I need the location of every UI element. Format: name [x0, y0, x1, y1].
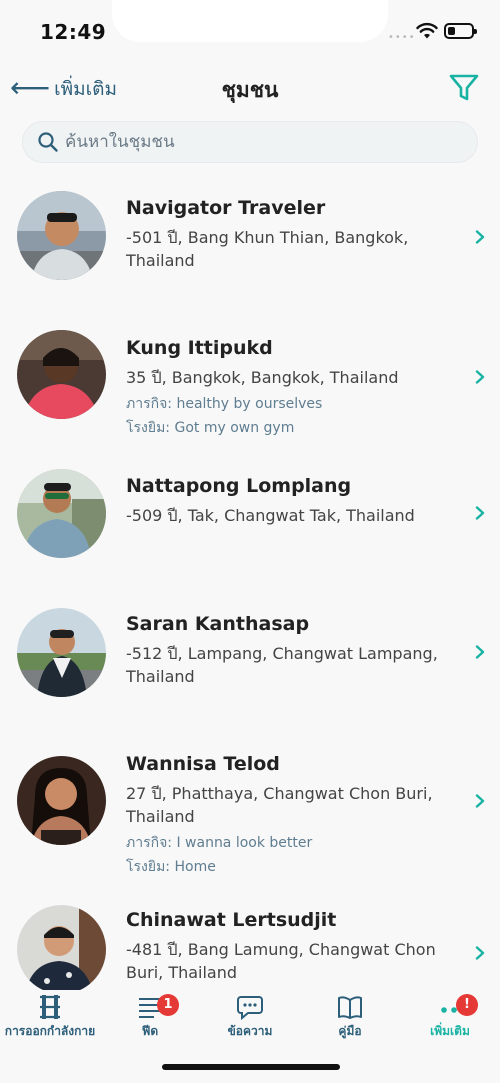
- member-info: Wannisa Telod 27 ปี, Phatthaya, Changwat…: [126, 751, 456, 877]
- member-location: -512 ปี, Lampang, Changwat Lampang, Thai…: [126, 644, 438, 686]
- device-notch: [112, 0, 388, 42]
- book-icon: [338, 996, 362, 1019]
- chat-icon: [237, 996, 263, 1020]
- tab-workout-label: การออกกำลังกาย: [4, 1024, 96, 1038]
- status-time: 12:49: [40, 20, 107, 44]
- member-location: -509 ปี, Tak, Changwat Tak, Thailand: [126, 506, 415, 525]
- member-row[interactable]: Saran Kanthasap -512 ปี, Lampang, Changw…: [0, 593, 500, 733]
- signal-dots: ••••: [388, 32, 416, 43]
- avatar: [17, 756, 106, 845]
- member-location: 27 ปี, Phatthaya, Changwat Chon Buri, Th…: [126, 784, 433, 826]
- member-row[interactable]: Chinawat Lertsudjit -481 ปี, Bang Lamung…: [0, 893, 500, 990]
- member-name: Navigator Traveler: [126, 197, 326, 219]
- member-list: Navigator Traveler -501 ปี, Bang Khun Th…: [0, 178, 500, 990]
- member-name: Saran Kanthasap: [126, 613, 310, 635]
- back-button[interactable]: ⟵ เพิ่มเติม: [10, 70, 118, 104]
- member-name: Nattapong Lomplang: [126, 475, 352, 497]
- tab-more-label: เพิ่มเติม: [430, 1024, 470, 1038]
- avatar: [17, 191, 106, 280]
- back-label: เพิ่มเติม: [54, 78, 118, 100]
- search-icon: [38, 132, 58, 152]
- battery-icon: [444, 23, 477, 39]
- avatar: [17, 608, 106, 697]
- wifi-icon: [416, 22, 438, 39]
- member-row[interactable]: Nattapong Lomplang -509 ปี, Tak, Changwa…: [0, 468, 500, 593]
- member-info: Kung Ittipukd 35 ปี, Bangkok, Bangkok, T…: [126, 335, 456, 438]
- chevron-right-icon: [475, 370, 485, 384]
- search-bar[interactable]: [22, 121, 478, 163]
- chevron-right-icon: [475, 230, 485, 244]
- avatar: [17, 330, 106, 419]
- member-row[interactable]: Wannisa Telod 27 ปี, Phatthaya, Changwat…: [0, 733, 500, 893]
- status-bar: 12:49 ••••: [0, 0, 500, 62]
- filter-icon[interactable]: [448, 72, 480, 104]
- member-name: Wannisa Telod: [126, 753, 280, 775]
- member-name: Kung Ittipukd: [126, 337, 273, 359]
- chevron-right-icon: [475, 946, 485, 960]
- dumbbell-icon: [40, 995, 60, 1019]
- member-gym: โรงยิม: Got my own gym: [126, 420, 295, 436]
- more-badge: !: [456, 994, 478, 1016]
- chevron-right-icon: [475, 645, 485, 659]
- member-mission: ภารกิจ: I wanna look better: [126, 835, 313, 851]
- member-row[interactable]: Navigator Traveler -501 ปี, Bang Khun Th…: [0, 178, 500, 318]
- avatar: [17, 905, 106, 990]
- member-location: -501 ปี, Bang Khun Thian, Bangkok, Thail…: [126, 228, 409, 270]
- member-info: Nattapong Lomplang -509 ปี, Tak, Changwa…: [126, 473, 456, 527]
- member-info: Chinawat Lertsudjit -481 ปี, Bang Lamung…: [126, 907, 456, 984]
- home-indicator: [162, 1064, 340, 1070]
- member-name: Chinawat Lertsudjit: [126, 909, 337, 931]
- tab-messages-label: ข้อความ: [227, 1024, 273, 1038]
- member-row[interactable]: Kung Ittipukd 35 ปี, Bangkok, Bangkok, T…: [0, 318, 500, 468]
- chevron-right-icon: [475, 794, 485, 808]
- feed-badge: 1: [157, 994, 179, 1016]
- search-input[interactable]: [65, 132, 445, 152]
- avatar: [17, 469, 106, 558]
- chevron-right-icon: [475, 506, 485, 520]
- member-info: Saran Kanthasap -512 ปี, Lampang, Changw…: [126, 611, 456, 688]
- tab-more[interactable]: เพิ่มเติม !: [400, 994, 500, 1044]
- tab-feed[interactable]: ฟีด 1: [100, 994, 200, 1044]
- member-info: Navigator Traveler -501 ปี, Bang Khun Th…: [126, 195, 456, 272]
- back-arrow-icon: ⟵: [10, 70, 51, 104]
- tab-guide[interactable]: คู่มือ: [300, 994, 400, 1044]
- member-location: 35 ปี, Bangkok, Bangkok, Thailand: [126, 368, 399, 387]
- member-gym: โรงยิม: Home: [126, 859, 216, 875]
- member-location: -481 ปี, Bang Lamung, Changwat Chon Buri…: [126, 940, 436, 982]
- tab-feed-label: ฟีด: [141, 1024, 159, 1038]
- tab-messages[interactable]: ข้อความ: [200, 994, 300, 1044]
- tab-guide-label: คู่มือ: [338, 1024, 362, 1038]
- member-mission: ภารกิจ: healthy by ourselves: [126, 396, 323, 412]
- header: ⟵ เพิ่มเติม ชุมชน: [0, 66, 500, 112]
- tab-workout[interactable]: การออกกำลังกาย: [0, 994, 100, 1044]
